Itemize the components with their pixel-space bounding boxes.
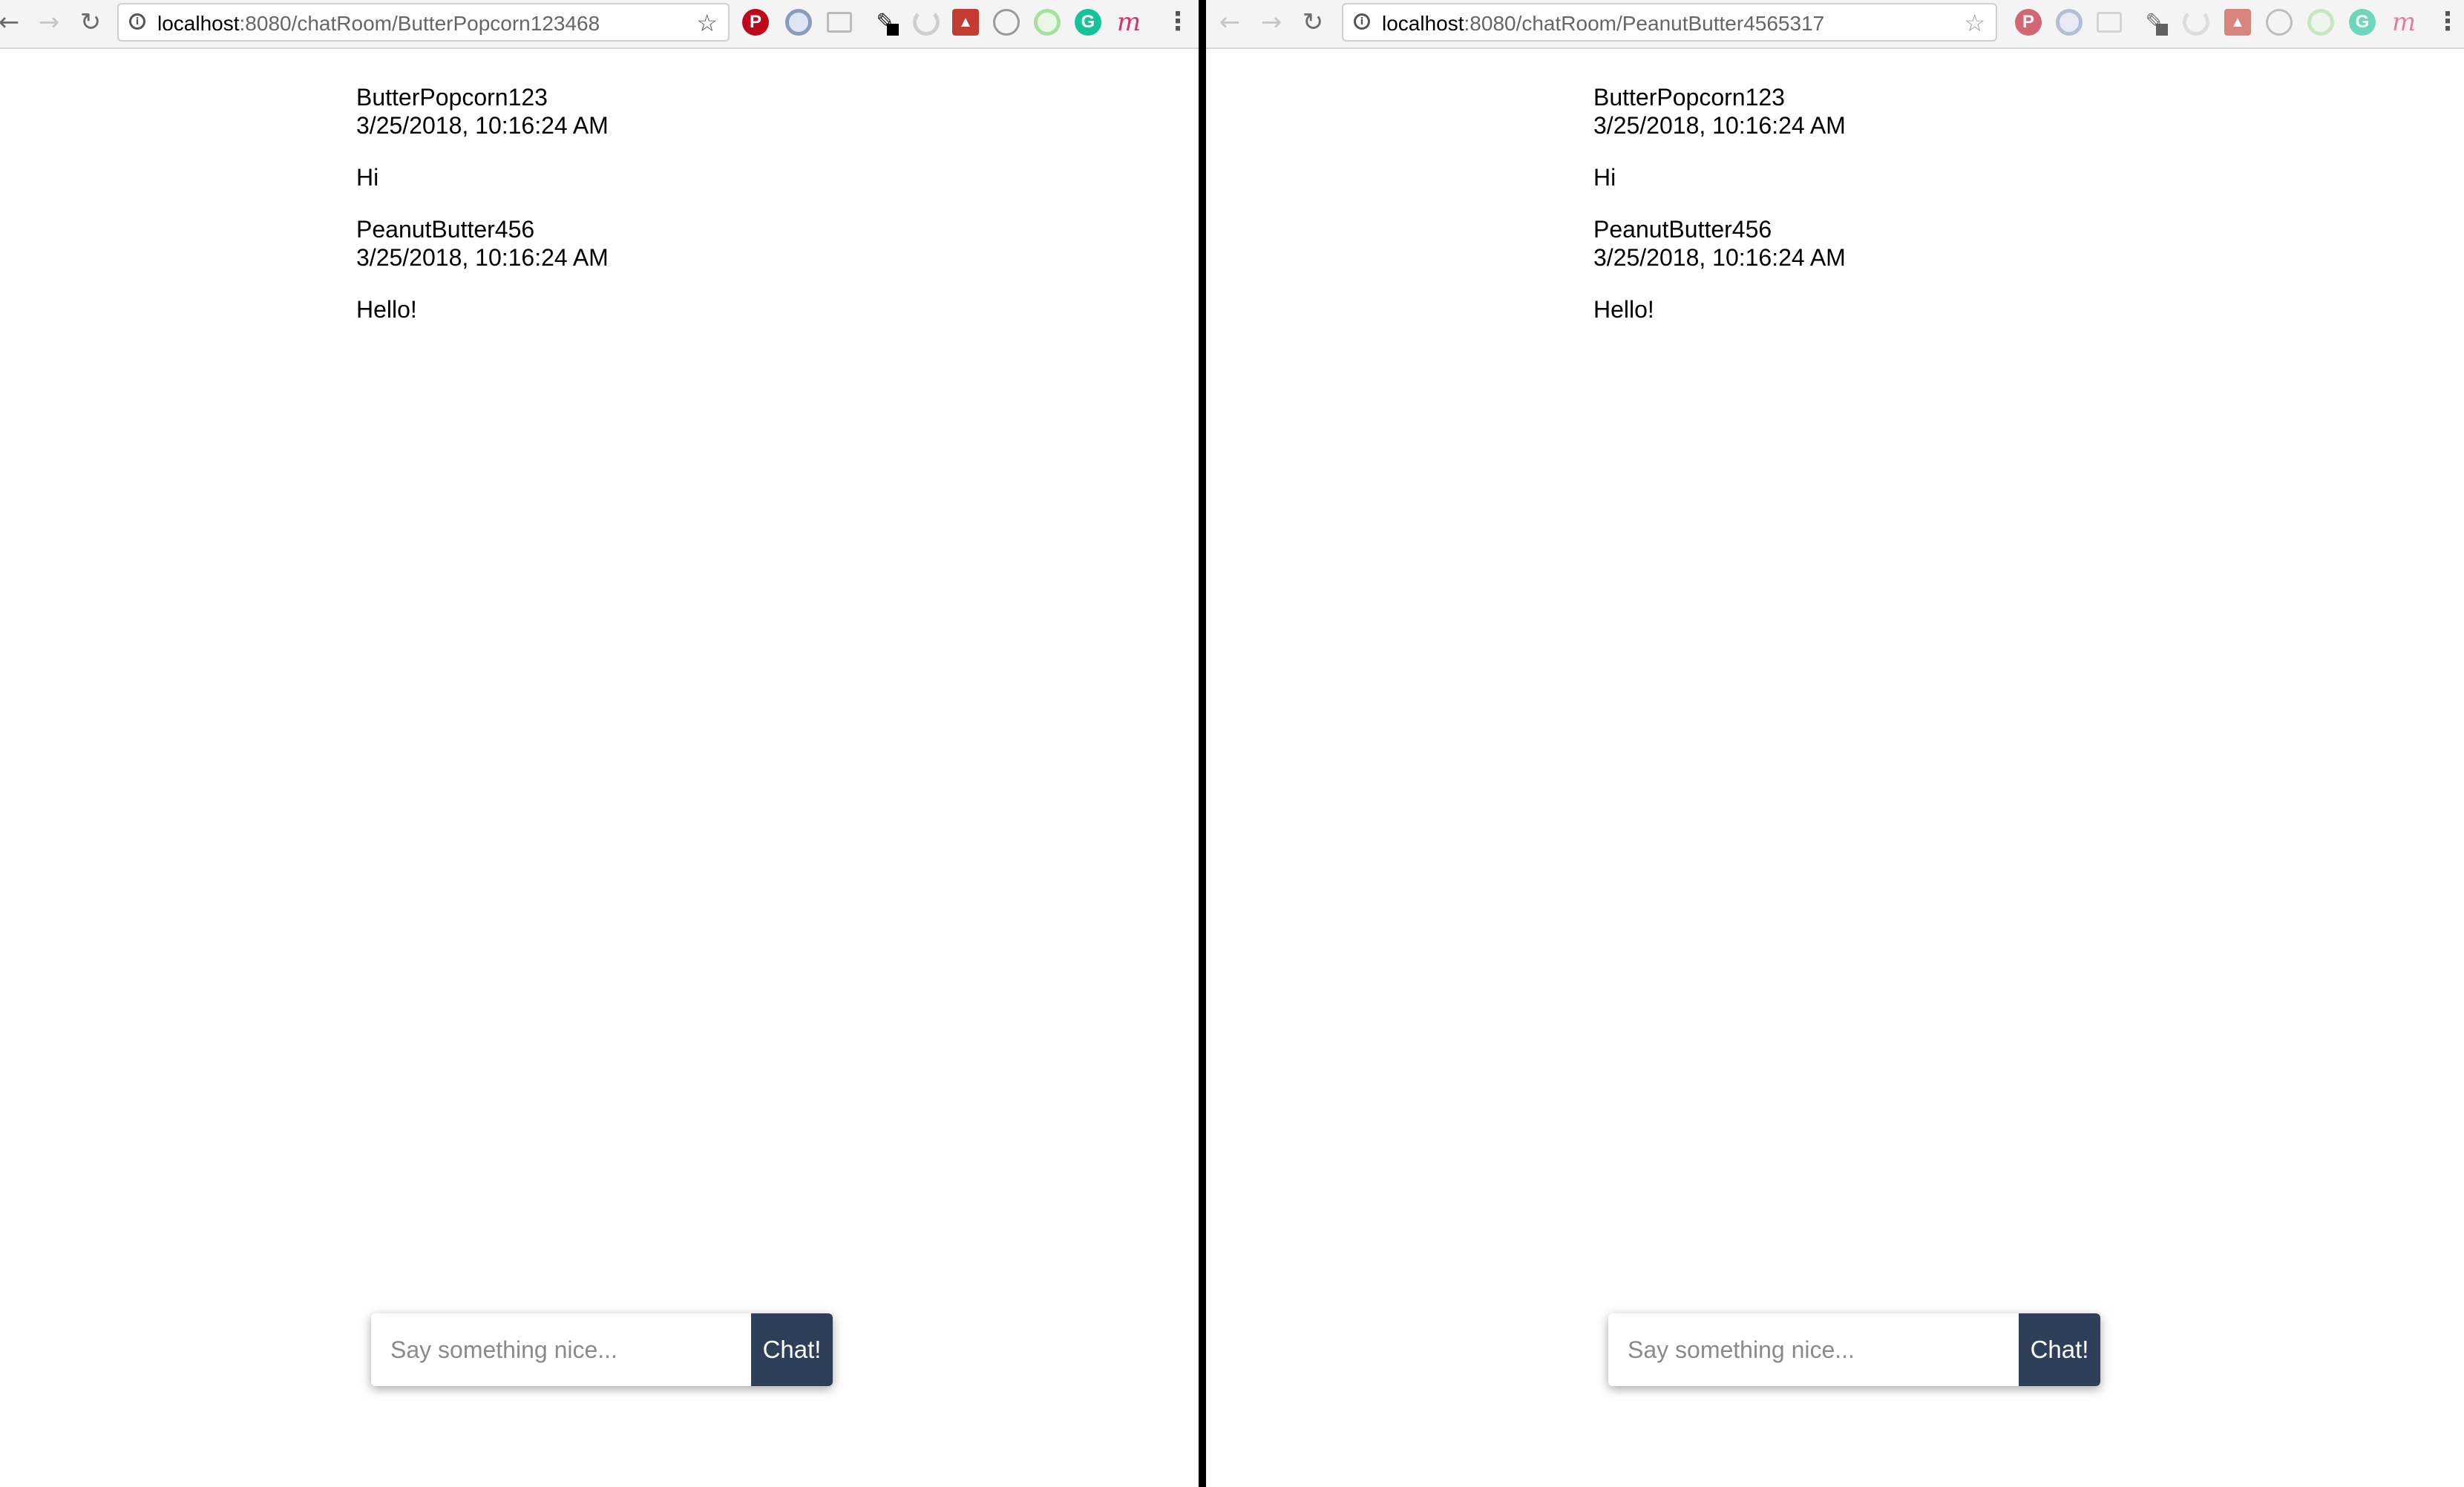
url-text: localhost:8080/chatRoom/ButterPopcorn123… <box>157 12 600 36</box>
pinterest-icon[interactable]: P <box>742 9 769 36</box>
message-timestamp: 3/25/2018, 10:16:24 AM <box>356 112 609 139</box>
message-username: PeanutButter456 <box>356 216 535 243</box>
message-username: ButterPopcorn123 <box>356 84 548 111</box>
window-divider <box>1199 0 1206 1487</box>
grammarly-icon[interactable]: G <box>1075 9 1101 36</box>
forward-icon[interactable]: → <box>1255 6 1288 39</box>
left-browser-window: ← → ↻ i localhost:8080/chatRoom/ButterPo… <box>0 0 1199 1487</box>
message: ButterPopcorn123 3/25/2018, 10:16:24 AM … <box>356 83 609 191</box>
menu-icon[interactable]: ⋮ <box>2435 9 2460 36</box>
message-timestamp: 3/25/2018, 10:16:24 AM <box>1593 112 1846 139</box>
message: PeanutButter456 3/25/2018, 10:16:24 AM H… <box>1593 215 1846 324</box>
browser-toolbar: ← → ↻ i localhost:8080/chatRoom/ButterPo… <box>0 0 1199 49</box>
menu-icon[interactable]: ⋮ <box>1165 9 1190 36</box>
back-icon[interactable]: ← <box>0 6 25 39</box>
m-icon[interactable]: m <box>2391 9 2417 36</box>
reload-icon[interactable]: ↻ <box>74 6 107 39</box>
chat-button[interactable]: Chat! <box>751 1313 833 1386</box>
info-icon[interactable]: i <box>1354 13 1370 30</box>
url-path: :8080/chatRoom/ButterPopcorn123468 <box>239 12 600 35</box>
extension-swirl-icon[interactable] <box>2183 9 2209 36</box>
red-dog-icon[interactable]: ▲ <box>2224 9 2251 36</box>
url-text: localhost:8080/chatRoom/PeanutButter4565… <box>1382 12 1824 36</box>
url-path: :8080/chatRoom/PeanutButter4565317 <box>1464 12 1825 35</box>
star-icon[interactable]: ☆ <box>1964 9 1985 37</box>
extension-square-icon[interactable] <box>2097 12 2122 33</box>
message: ButterPopcorn123 3/25/2018, 10:16:24 AM … <box>1593 83 1846 191</box>
message-text: Hi <box>356 164 379 191</box>
info-icon[interactable]: i <box>129 13 145 30</box>
chat-composer: Chat! <box>371 1313 833 1386</box>
pinterest-icon[interactable]: P <box>2015 9 2042 36</box>
extension-lime-icon[interactable] <box>1034 9 1061 36</box>
message-list: ButterPopcorn123 3/25/2018, 10:16:24 AM … <box>1593 83 1846 347</box>
extension-ring-icon[interactable] <box>2056 9 2083 36</box>
extension-swirl-icon[interactable] <box>913 9 940 36</box>
forward-icon[interactable]: → <box>33 6 65 39</box>
chat-composer: Chat! <box>1608 1313 2100 1386</box>
extension-ring-icon[interactable] <box>785 9 812 36</box>
message-timestamp: 3/25/2018, 10:16:24 AM <box>1593 244 1846 271</box>
chat-input[interactable] <box>1608 1313 2019 1386</box>
extension-square-icon[interactable] <box>827 12 852 33</box>
message-text: Hi <box>1593 164 1616 191</box>
star-icon[interactable]: ☆ <box>696 9 718 37</box>
m-icon[interactable]: m <box>1115 9 1142 36</box>
paintbrush-icon[interactable]: ✎ <box>2141 9 2168 36</box>
chat-button[interactable]: Chat! <box>2019 1313 2100 1386</box>
extension-circle-icon[interactable] <box>2266 9 2293 36</box>
extension-lime-icon[interactable] <box>2307 9 2334 36</box>
address-bar[interactable]: i localhost:8080/chatRoom/PeanutButter45… <box>1342 3 1997 42</box>
chat-input[interactable] <box>371 1313 751 1386</box>
url-host: localhost <box>157 12 240 35</box>
message-username: ButterPopcorn123 <box>1593 84 1785 111</box>
message-text: Hello! <box>356 296 417 323</box>
message-list: ButterPopcorn123 3/25/2018, 10:16:24 AM … <box>356 83 609 347</box>
browser-toolbar: ← → ↻ i localhost:8080/chatRoom/PeanutBu… <box>1206 0 2464 49</box>
url-host: localhost <box>1382 12 1464 35</box>
message: PeanutButter456 3/25/2018, 10:16:24 AM H… <box>356 215 609 324</box>
back-icon[interactable]: ← <box>1213 6 1246 39</box>
screen: ← → ↻ i localhost:8080/chatRoom/ButterPo… <box>0 0 2464 1487</box>
reload-icon[interactable]: ↻ <box>1297 6 1329 39</box>
right-browser-window: ← → ↻ i localhost:8080/chatRoom/PeanutBu… <box>1206 0 2464 1487</box>
red-dog-icon[interactable]: ▲ <box>952 9 979 36</box>
message-timestamp: 3/25/2018, 10:16:24 AM <box>356 244 609 271</box>
message-text: Hello! <box>1593 296 1654 323</box>
address-bar[interactable]: i localhost:8080/chatRoom/ButterPopcorn1… <box>117 3 730 42</box>
message-username: PeanutButter456 <box>1593 216 1772 243</box>
extension-circle-icon[interactable] <box>993 9 1020 36</box>
paintbrush-icon[interactable]: ✎ <box>872 9 899 36</box>
grammarly-icon[interactable]: G <box>2349 9 2376 36</box>
